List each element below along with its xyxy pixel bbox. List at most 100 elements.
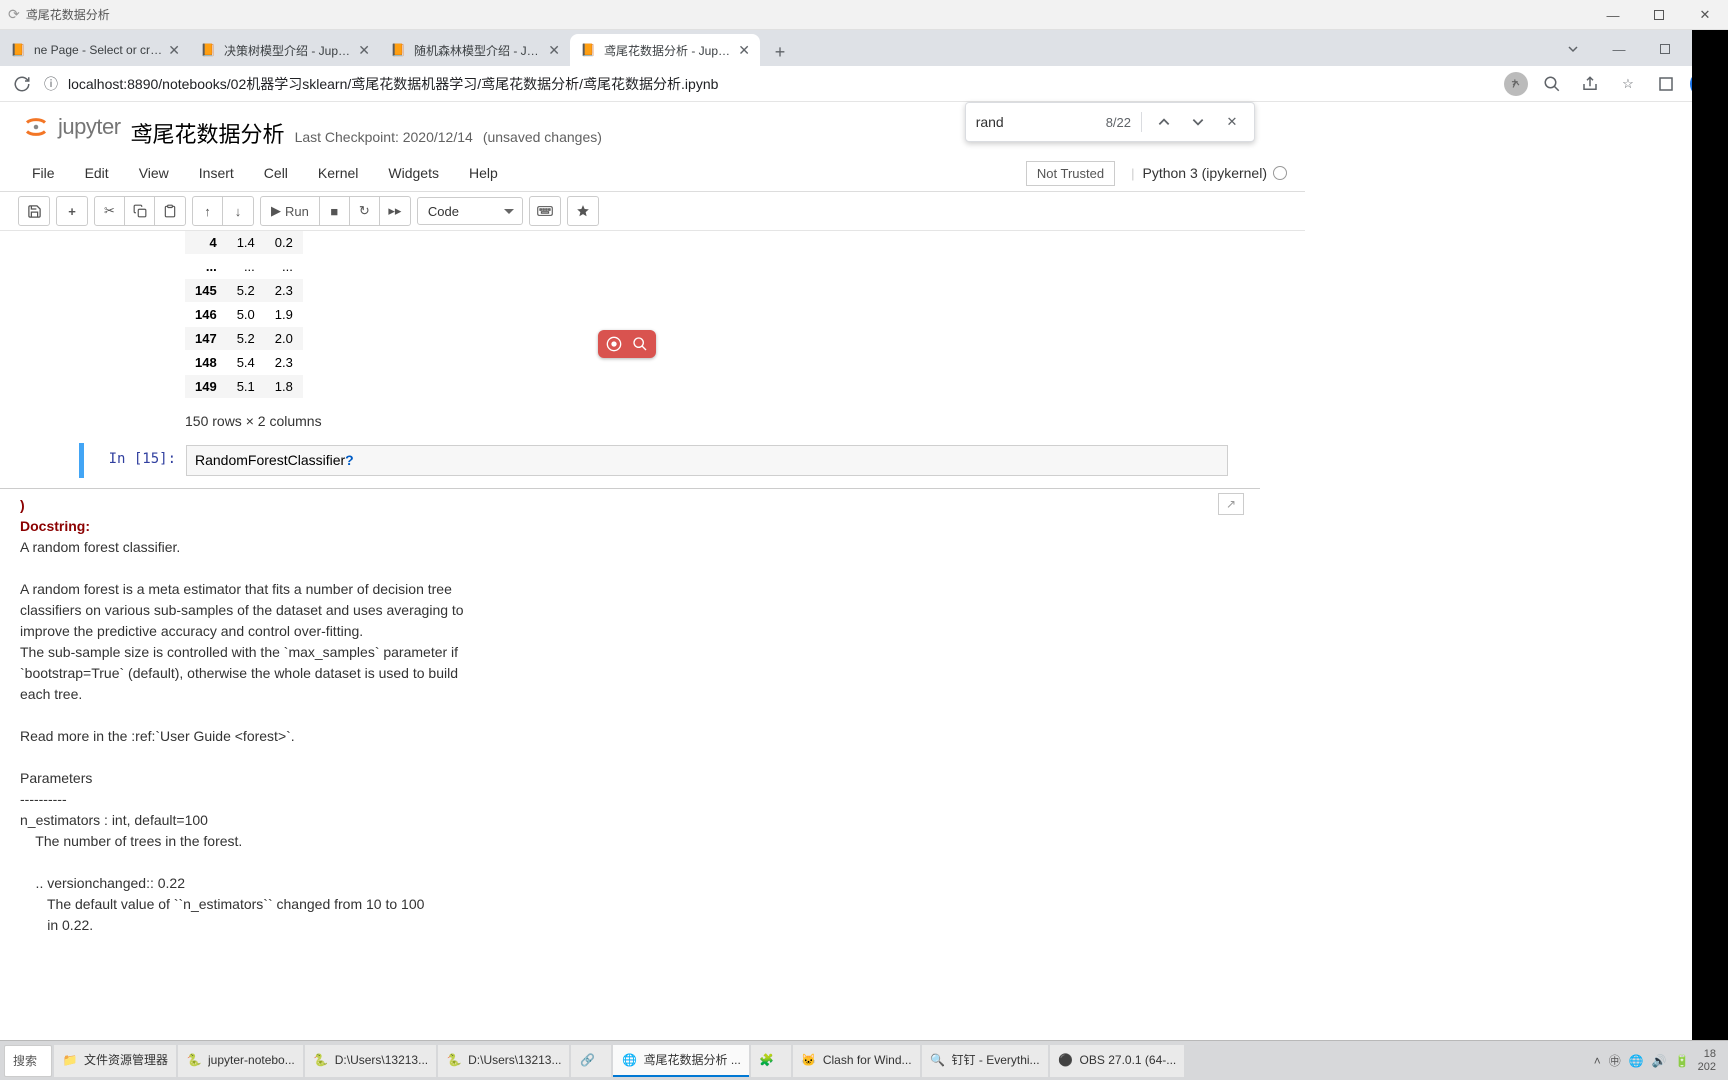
row-index: 4 [185,231,227,255]
window-close-button[interactable]: ✕ [1682,0,1728,30]
volume-icon[interactable]: 🔊 [1652,1054,1667,1068]
taskbar-item[interactable]: 🐍 D:\Users\13213... [305,1045,436,1077]
jupyter-logo[interactable]: jupyter [18,112,121,142]
taskbar-item[interactable]: 🔍 钉钉 - Everythi... [922,1045,1048,1077]
battery-icon[interactable]: 🔋 [1675,1054,1690,1068]
taskbar-search[interactable]: 搜索 [4,1045,52,1077]
cell-value: 5.0 [227,303,265,327]
insert-cell-button[interactable]: + [57,197,87,225]
close-icon[interactable]: ✕ [358,42,370,59]
pager-docstring[interactable]: ↗ ) Docstring: A random forest classifie… [0,488,1260,956]
menu-help[interactable]: Help [455,159,512,187]
recording-widget[interactable] [598,330,656,358]
kernel-name[interactable]: Python 3 (ipykernel) [1142,165,1267,181]
menu-view[interactable]: View [125,159,183,187]
kernel-status-icon [1273,166,1287,180]
taskbar-item[interactable]: ⚫ OBS 27.0.1 (64-... [1050,1045,1185,1077]
taskbar-item[interactable]: 🐍 D:\Users\13213... [438,1045,569,1077]
cell-value: 1.8 [265,375,303,399]
browser-tab[interactable]: 📙 ne Page - Select or create ✕ [0,34,190,66]
new-tab-button[interactable]: + [766,38,794,66]
find-close-button[interactable]: ✕ [1220,110,1244,134]
app-icon: 🔗 [579,1052,595,1068]
taskbar-item[interactable]: 🐍 jupyter-notebo... [178,1045,303,1077]
tabs-dropdown-button[interactable] [1550,34,1596,64]
taskbar-item[interactable]: 🧩 [751,1045,791,1077]
url-text[interactable]: localhost:8890/notebooks/02机器学习sklearn/鸢… [68,74,1494,94]
code-identifier: RandomForestClassifier [195,452,345,468]
taskbar-item[interactable]: 🔗 [571,1045,611,1077]
taskbar-item-label: 钉钉 - Everythi... [952,1051,1040,1068]
browser-tab-active[interactable]: 📙 鸢尾花数据分析 - Jupyter Note ✕ [570,34,760,66]
search-icon[interactable] [630,334,650,354]
not-trusted-button[interactable]: Not Trusted [1026,161,1115,186]
interrupt-button[interactable]: ■ [320,197,350,225]
notebook-title[interactable]: 鸢尾花数据分析 [131,117,285,149]
taskbar-item-label: OBS 27.0.1 (64-... [1080,1053,1177,1067]
code-cell[interactable]: In [15]: RandomForestClassifier? [79,443,1230,478]
cut-button[interactable]: ✂ [95,197,125,225]
close-icon[interactable]: ✕ [548,42,560,59]
system-tray[interactable]: ˄ ㊥ 🌐 🔊 🔋 18 202 [1594,1048,1724,1072]
network-icon[interactable]: 🌐 [1629,1054,1644,1068]
app-icon: 🐍 [313,1052,329,1068]
restart-run-all-button[interactable]: ▸▸ [380,197,410,225]
url-bar: ⓘ localhost:8890/notebooks/02机器学习sklearn… [0,66,1728,102]
translate-icon[interactable] [1504,72,1528,96]
find-input[interactable] [976,114,1096,130]
menu-widgets[interactable]: Widgets [374,159,453,187]
ime-icon[interactable]: ㊥ [1609,1052,1621,1069]
browser-tab[interactable]: 📙 决策树模型介绍 - Jupyter Note ✕ [190,34,380,66]
row-index: 146 [185,303,227,327]
find-prev-button[interactable] [1152,110,1176,134]
record-icon[interactable] [604,334,624,354]
cell-type-select[interactable]: Code [417,197,523,225]
taskbar-item[interactable]: 📁 文件资源管理器 [54,1045,176,1077]
menu-kernel[interactable]: Kernel [304,159,372,187]
window-maximize-button[interactable] [1636,0,1682,30]
extensions-icon[interactable] [1652,70,1680,98]
menu-edit[interactable]: Edit [71,159,123,187]
find-next-button[interactable] [1186,110,1210,134]
save-button[interactable] [19,197,49,225]
nbextensions-button[interactable] [568,197,598,225]
move-down-button[interactable]: ↓ [223,197,253,225]
move-up-button[interactable]: ↑ [193,197,223,225]
menu-insert[interactable]: Insert [185,159,248,187]
site-info-icon[interactable]: ⓘ [44,74,58,94]
restart-button[interactable]: ↻ [350,197,380,225]
share-icon[interactable] [1576,70,1604,98]
open-external-icon[interactable]: ↗ [1218,493,1244,515]
docstring-line: .. versionchanged:: 0.22 [20,873,1240,894]
reload-icon[interactable] [10,72,34,96]
copy-button[interactable] [125,197,155,225]
cell-value: 2.3 [265,351,303,375]
command-palette-button[interactable] [530,197,560,225]
code-input[interactable]: RandomForestClassifier? [186,445,1228,476]
window-minimize-button[interactable]: — [1596,34,1642,64]
window-title: 鸢尾花数据分析 [26,6,1720,23]
cell-prompt: In [15]: [86,445,186,476]
tray-up-icon[interactable]: ˄ [1594,1054,1601,1068]
window-maximize-button[interactable] [1642,34,1688,64]
bookmark-icon[interactable]: ☆ [1614,70,1642,98]
run-button[interactable]: ▶ Run [261,197,320,225]
cell-value: 2.3 [265,279,303,303]
taskbar-item[interactable]: 🌐 鸢尾花数据分析 ... [613,1045,748,1077]
menu-file[interactable]: File [18,159,69,187]
zoom-icon[interactable] [1538,70,1566,98]
clock-text[interactable]: 18 202 [1698,1048,1716,1072]
jupyter-logo-text: jupyter [58,114,121,140]
window-minimize-button[interactable]: — [1590,0,1636,30]
paste-button[interactable] [155,197,185,225]
close-icon[interactable]: ✕ [738,42,750,59]
docstring-line: n_estimators : int, default=100 [20,810,1240,831]
docstring-line: A random forest classifier. [20,537,1240,558]
taskbar-item[interactable]: 🐱 Clash for Wind... [793,1045,920,1077]
dataframe-summary: 150 rows × 2 columns [185,399,1240,439]
browser-tab[interactable]: 📙 随机森林模型介绍 - Jupyter No ✕ [380,34,570,66]
docstring-line: The default value of ``n_estimators`` ch… [20,894,1240,915]
close-icon[interactable]: ✕ [168,42,180,59]
taskbar-item-label: 文件资源管理器 [84,1051,168,1068]
menu-cell[interactable]: Cell [250,159,302,187]
